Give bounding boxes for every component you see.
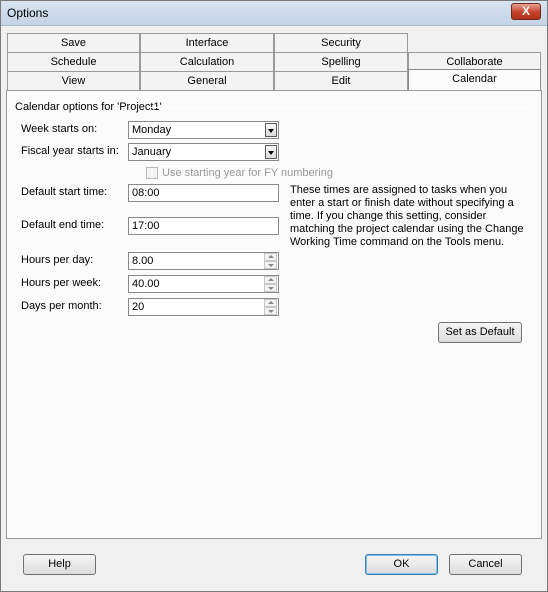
spin-up-icon[interactable]: [264, 276, 277, 284]
window-title: Options: [7, 6, 49, 20]
fiscal-year-label: Fiscal year starts in:: [21, 145, 119, 157]
tab-spelling[interactable]: Spelling: [274, 52, 408, 71]
hours-per-day-label: Hours per day:: [21, 254, 94, 266]
start-time-label: Default start time:: [21, 186, 108, 198]
fy-numbering-label: Use starting year for FY numbering: [162, 167, 333, 179]
section-label: Calendar options for 'Project1': [15, 101, 162, 113]
fiscal-year-value: January: [132, 146, 172, 158]
tab-schedule[interactable]: Schedule: [7, 52, 140, 71]
spinner[interactable]: [264, 299, 277, 315]
days-per-month-stepper[interactable]: 20: [128, 298, 279, 316]
spin-down-icon[interactable]: [264, 307, 277, 315]
help-button[interactable]: Help: [23, 554, 96, 575]
week-starts-select[interactable]: Monday: [128, 121, 279, 139]
end-time-label: Default end time:: [21, 219, 105, 231]
fy-numbering-checkbox[interactable]: [146, 167, 158, 179]
spinner[interactable]: [264, 276, 277, 292]
week-starts-value: Monday: [132, 124, 172, 136]
end-time-field[interactable]: 17:00: [128, 217, 279, 235]
tab-general[interactable]: General: [140, 71, 274, 90]
close-button[interactable]: X: [511, 3, 541, 20]
hours-per-week-label: Hours per week:: [21, 277, 102, 289]
chevron-down-icon[interactable]: [265, 145, 277, 159]
week-starts-label: Week starts on:: [21, 123, 98, 135]
spin-up-icon[interactable]: [264, 299, 277, 307]
spinner[interactable]: [264, 253, 277, 269]
section-divider: [151, 107, 531, 108]
set-as-default-button[interactable]: Set as Default: [438, 322, 522, 343]
days-per-month-value: 20: [132, 301, 145, 313]
time-settings-info: These times are assigned to tasks when y…: [290, 184, 524, 248]
tab-save[interactable]: Save: [7, 33, 140, 52]
tab-view[interactable]: View: [7, 71, 140, 90]
tab-interface[interactable]: Interface: [140, 33, 274, 52]
tab-calculation[interactable]: Calculation: [140, 52, 274, 71]
cancel-button[interactable]: Cancel: [449, 554, 522, 575]
tab-calendar[interactable]: Calendar: [408, 69, 541, 90]
hours-per-day-stepper[interactable]: 8.00: [128, 252, 279, 270]
hours-per-day-value: 8.00: [132, 255, 154, 267]
start-time-field[interactable]: 08:00: [128, 184, 279, 202]
days-per-month-label: Days per month:: [21, 300, 102, 312]
spin-up-icon[interactable]: [264, 253, 277, 261]
title-bar: Options X: [1, 1, 547, 26]
chevron-down-icon[interactable]: [265, 123, 277, 137]
hours-per-week-stepper[interactable]: 40.00: [128, 275, 279, 293]
spin-down-icon[interactable]: [264, 261, 277, 269]
tab-edit[interactable]: Edit: [274, 71, 408, 90]
ok-button[interactable]: OK: [365, 554, 438, 575]
fiscal-year-select[interactable]: January: [128, 143, 279, 161]
tab-security[interactable]: Security: [274, 33, 408, 52]
hours-per-week-value: 40.00: [132, 278, 160, 290]
options-dialog: Options X Save Interface Security Schedu…: [0, 0, 548, 592]
spin-down-icon[interactable]: [264, 284, 277, 292]
